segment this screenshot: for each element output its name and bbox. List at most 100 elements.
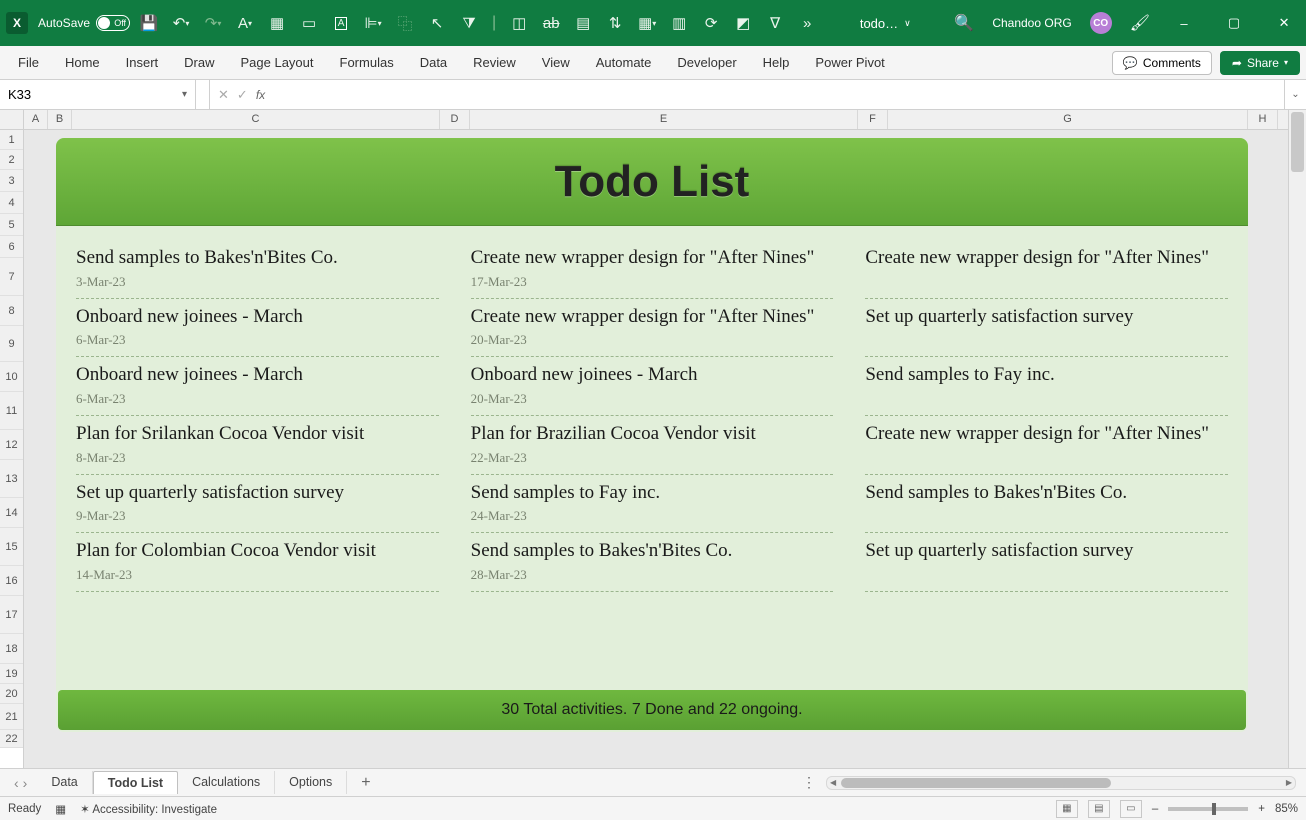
page-break-view-icon[interactable]: ▭ [1120, 800, 1142, 818]
page-layout-view-icon[interactable]: ▤ [1088, 800, 1110, 818]
zoom-level[interactable]: 85% [1275, 803, 1298, 815]
menu-file[interactable]: File [6, 49, 51, 76]
col-H[interactable]: H [1248, 110, 1278, 129]
row-6[interactable]: 6 [0, 236, 23, 258]
tab-nav[interactable]: ‹› [4, 775, 37, 791]
macro-icon[interactable]: ▦ [55, 802, 66, 816]
menu-data[interactable]: Data [408, 49, 459, 76]
accessibility-status[interactable]: ✶ Accessibility: Investigate [80, 802, 217, 816]
search-icon[interactable]: 🔍 [954, 13, 974, 33]
borders-icon[interactable]: ▦ [268, 14, 286, 32]
menu-page-layout[interactable]: Page Layout [229, 49, 326, 76]
col-A[interactable]: A [24, 110, 48, 129]
menu-view[interactable]: View [530, 49, 582, 76]
avatar[interactable]: CO [1090, 12, 1112, 34]
funnel-icon[interactable]: ∇ [766, 14, 784, 32]
row-4[interactable]: 4 [0, 192, 23, 214]
fx-icon[interactable]: fx [256, 88, 265, 102]
col-C[interactable]: C [72, 110, 440, 129]
add-sheet-button[interactable]: + [347, 774, 384, 792]
row-1[interactable]: 1 [0, 130, 23, 150]
sheet-tab-todo-list[interactable]: Todo List [93, 771, 178, 794]
sheet-tab-data[interactable]: Data [37, 771, 92, 794]
toggle-switch[interactable]: Off [96, 15, 130, 31]
filter-icon[interactable]: ⧩ [460, 14, 478, 32]
menu-power-pivot[interactable]: Power Pivot [803, 49, 896, 76]
menu-draw[interactable]: Draw [172, 49, 226, 76]
row-17[interactable]: 17 [0, 596, 23, 634]
row-5[interactable]: 5 [0, 214, 23, 236]
sheet-tab-calculations[interactable]: Calculations [178, 771, 275, 794]
redo-icon[interactable]: ↷▾ [204, 14, 222, 32]
group-icon[interactable]: ⿻ [396, 14, 414, 32]
table-icon[interactable]: ▦▾ [638, 14, 656, 32]
col-G[interactable]: G [888, 110, 1248, 129]
row-11[interactable]: 11 [0, 392, 23, 430]
menu-automate[interactable]: Automate [584, 49, 664, 76]
menu-developer[interactable]: Developer [665, 49, 748, 76]
menu-formulas[interactable]: Formulas [328, 49, 406, 76]
col-D[interactable]: D [440, 110, 470, 129]
row-20[interactable]: 20 [0, 684, 23, 704]
col-F[interactable]: F [858, 110, 888, 129]
row-9[interactable]: 9 [0, 326, 23, 362]
org-name[interactable]: Chandoo ORG [992, 16, 1071, 30]
row-19[interactable]: 19 [0, 664, 23, 684]
row-14[interactable]: 14 [0, 498, 23, 528]
pointer-icon[interactable]: ↖ [428, 14, 446, 32]
row-16[interactable]: 16 [0, 566, 23, 596]
sheet-body[interactable]: Todo List Send samples to Bakes'n'Bites … [24, 130, 1306, 768]
share-button[interactable]: ➦ Share ▾ [1220, 51, 1300, 75]
grid-icon[interactable]: ▥ [670, 14, 688, 32]
confirm-icon[interactable]: ✓ [237, 87, 248, 103]
filename[interactable]: todo…∨ [860, 16, 911, 31]
autosave-toggle[interactable]: AutoSave Off [38, 15, 130, 31]
row-13[interactable]: 13 [0, 460, 23, 498]
row-7[interactable]: 7 [0, 258, 23, 296]
zoom-slider[interactable] [1168, 807, 1248, 811]
pivot-icon[interactable]: ◩ [734, 14, 752, 32]
horizontal-scrollbar[interactable] [826, 776, 1296, 790]
col-B[interactable]: B [48, 110, 72, 129]
undo-icon[interactable]: ↶▾ [172, 14, 190, 32]
textbox-icon[interactable]: A [332, 14, 350, 32]
restore-button[interactable]: ▢ [1218, 15, 1250, 31]
sheet-tab-options[interactable]: Options [275, 771, 347, 794]
zoom-in-button[interactable]: + [1258, 803, 1265, 815]
normal-view-icon[interactable]: ▦ [1056, 800, 1078, 818]
row-8[interactable]: 8 [0, 296, 23, 326]
row-10[interactable]: 10 [0, 362, 23, 392]
shape-icon[interactable]: ▭ [300, 14, 318, 32]
row-15[interactable]: 15 [0, 528, 23, 566]
row-21[interactable]: 21 [0, 704, 23, 730]
row-18[interactable]: 18 [0, 634, 23, 664]
menu-insert[interactable]: Insert [114, 49, 171, 76]
menu-review[interactable]: Review [461, 49, 528, 76]
name-box[interactable]: K33▾ [0, 80, 196, 109]
formula-input[interactable] [273, 80, 1284, 109]
col-E[interactable]: E [470, 110, 858, 129]
row-12[interactable]: 12 [0, 430, 23, 460]
refresh-icon[interactable]: ⟳ [702, 14, 720, 32]
row-2[interactable]: 2 [0, 150, 23, 170]
cancel-icon[interactable]: ✕ [218, 87, 229, 103]
freeze-icon[interactable]: ▤ [574, 14, 592, 32]
menu-help[interactable]: Help [751, 49, 802, 76]
save-icon[interactable]: 💾 [140, 14, 158, 32]
select-all[interactable] [0, 110, 23, 130]
more-icon[interactable]: » [798, 14, 816, 32]
menu-home[interactable]: Home [53, 49, 112, 76]
close-button[interactable]: ✕ [1268, 15, 1300, 31]
tab-menu-icon[interactable]: ⋮ [792, 774, 826, 791]
panes-icon[interactable]: ◫ [510, 14, 528, 32]
comments-button[interactable]: 💬 Comments [1112, 51, 1212, 75]
expand-formula-icon[interactable]: ⌄ [1284, 80, 1306, 109]
font-icon[interactable]: A▾ [236, 14, 254, 32]
minimize-button[interactable]: – [1168, 16, 1200, 31]
zoom-out-button[interactable]: – [1152, 803, 1158, 815]
row-3[interactable]: 3 [0, 170, 23, 192]
vertical-scrollbar[interactable] [1288, 110, 1306, 768]
brush-icon[interactable]: 🖌 [1130, 13, 1150, 33]
strike-icon[interactable]: ab [542, 14, 560, 32]
align-icon[interactable]: ⊫▾ [364, 14, 382, 32]
